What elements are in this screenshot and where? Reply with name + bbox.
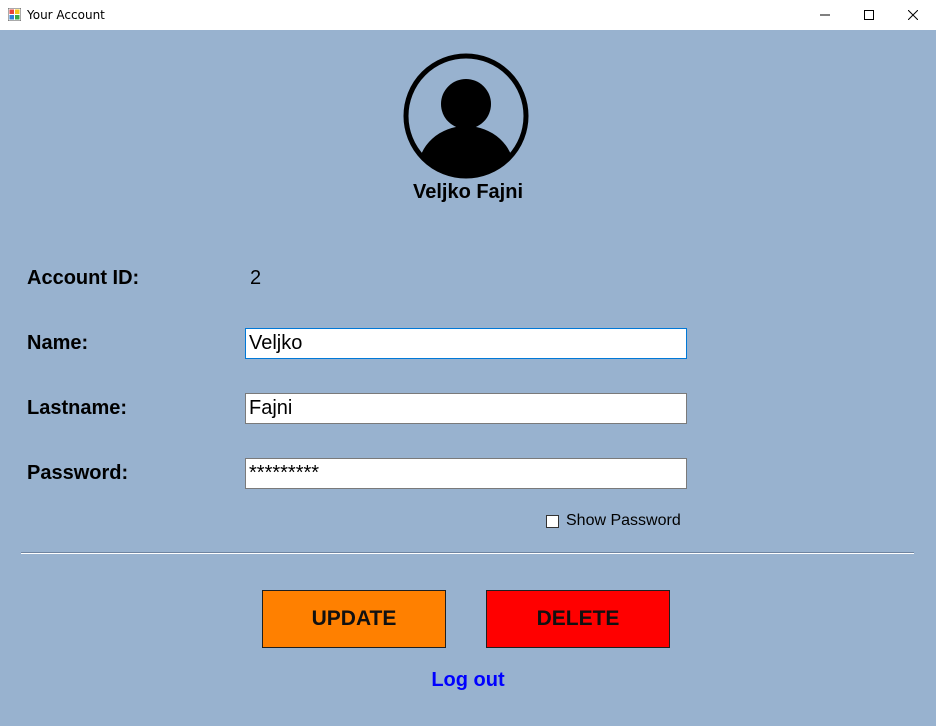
account-id-label: Account ID: — [27, 267, 140, 289]
lastname-label: Lastname: — [27, 397, 128, 419]
account-id-value: 2 — [250, 267, 262, 289]
show-password-toggle[interactable]: Show Password — [546, 512, 681, 530]
name-input[interactable] — [245, 328, 687, 359]
show-password-label: Show Password — [566, 512, 681, 529]
password-input[interactable] — [245, 458, 687, 489]
app-icon — [8, 8, 21, 21]
close-button[interactable] — [890, 0, 936, 30]
update-button[interactable]: UPDATE — [262, 590, 446, 648]
logout-link[interactable]: Log out — [431, 669, 504, 692]
user-display-name: Veljko Fajni — [412, 181, 524, 203]
lastname-input[interactable] — [245, 393, 687, 424]
minimize-button[interactable] — [802, 0, 848, 30]
divider — [21, 552, 914, 554]
delete-button[interactable]: DELETE — [486, 590, 670, 648]
title-bar: Your Account — [0, 0, 936, 30]
account-panel: Veljko Fajni Account ID: 2 Name: Lastnam… — [0, 30, 936, 726]
name-label: Name: — [27, 332, 89, 354]
show-password-checkbox[interactable] — [546, 514, 559, 528]
password-label: Password: — [27, 462, 129, 484]
maximize-icon — [864, 10, 874, 20]
close-icon — [908, 10, 918, 20]
user-avatar-icon — [403, 53, 529, 179]
logout-row: Log out — [0, 669, 936, 692]
maximize-button[interactable] — [846, 0, 892, 30]
window-title: Your Account — [27, 8, 105, 22]
minimize-icon — [820, 14, 830, 16]
